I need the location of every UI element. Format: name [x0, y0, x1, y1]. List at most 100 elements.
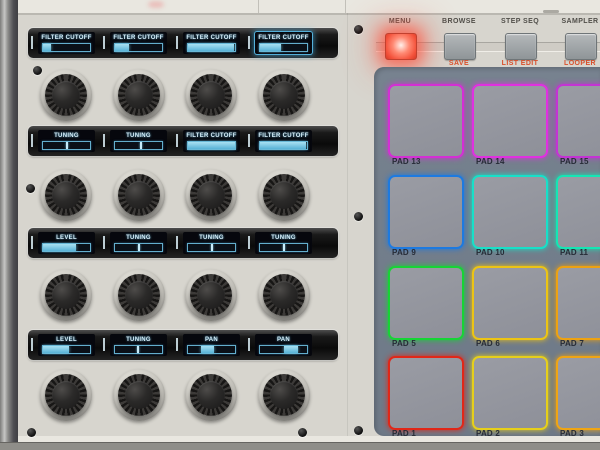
display-param-label: FILTER CUTOFF — [183, 35, 240, 41]
bar-fill — [115, 44, 129, 51]
pad-13[interactable] — [388, 84, 464, 158]
knob-r2c3[interactable] — [185, 169, 237, 221]
pad-14-label: PAD 14 — [476, 157, 505, 166]
knob-r4c1[interactable] — [40, 369, 92, 421]
display-value-bar — [42, 243, 91, 252]
screw — [298, 428, 307, 437]
pad-10[interactable] — [472, 175, 548, 249]
display-param-label: FILTER CUTOFF — [110, 35, 167, 41]
knob-r2c2[interactable] — [113, 169, 165, 221]
pad-2[interactable] — [472, 356, 548, 430]
pad-11[interactable] — [556, 175, 600, 249]
knob-knurl — [45, 74, 87, 116]
knob-knurl — [45, 274, 87, 316]
display-param-label: FILTER CUTOFF — [255, 35, 312, 41]
knob-knurl — [190, 274, 232, 316]
bar-position-tick — [211, 244, 213, 251]
display-value-bar — [187, 141, 236, 150]
screw — [27, 428, 36, 437]
panel-seam — [345, 0, 346, 13]
display-param-label: FILTER CUTOFF — [255, 133, 312, 139]
pad-3[interactable] — [556, 356, 600, 430]
knob-knurl — [263, 274, 305, 316]
knob-cap — [125, 381, 153, 409]
display-tick-mark — [176, 134, 178, 147]
display-param-label: LEVEL — [38, 235, 95, 241]
browse-button[interactable] — [444, 33, 476, 60]
display-r3c2: TUNING — [110, 232, 167, 254]
pad-10-label: PAD 10 — [476, 248, 505, 257]
pad-5[interactable] — [388, 266, 464, 340]
knob-r4c4[interactable] — [258, 369, 310, 421]
pad-1[interactable] — [388, 356, 464, 430]
knob-r3c2[interactable] — [113, 269, 165, 321]
knob-r4c2[interactable] — [113, 369, 165, 421]
display-tick-mark — [176, 36, 178, 49]
knob-r3c4[interactable] — [258, 269, 310, 321]
display-param-label: TUNING — [110, 337, 167, 343]
knob-r3c1[interactable] — [40, 269, 92, 321]
display-value-bar — [187, 243, 236, 252]
display-value-bar — [114, 43, 163, 52]
pad-9[interactable] — [388, 175, 464, 249]
display-param-label: TUNING — [255, 235, 312, 241]
display-strip-row-3: LEVEL TUNING TUNING TUNING — [28, 228, 338, 258]
menu-button[interactable] — [385, 33, 417, 60]
pad-14[interactable] — [472, 84, 548, 158]
display-r1c2: FILTER CUTOFF — [110, 32, 167, 54]
knob-cap — [270, 381, 298, 409]
display-r3c3: TUNING — [183, 232, 240, 254]
display-tick-mark — [176, 236, 178, 249]
knob-knurl — [190, 174, 232, 216]
knob-r2c4[interactable] — [258, 169, 310, 221]
display-r2c3: FILTER CUTOFF — [183, 130, 240, 152]
display-r4c3: PAN — [183, 334, 240, 356]
top-edge-trim — [18, 0, 600, 15]
display-r1c3: FILTER CUTOFF — [183, 32, 240, 54]
knob-cap — [197, 381, 225, 409]
knob-r2c1[interactable] — [40, 169, 92, 221]
knob-r1c1[interactable] — [40, 69, 92, 121]
knob-r1c4[interactable] — [258, 69, 310, 121]
display-r3c1: LEVEL — [38, 232, 95, 254]
pad-13-label: PAD 13 — [392, 157, 421, 166]
knob-r3c3[interactable] — [185, 269, 237, 321]
sampler-button[interactable] — [565, 33, 597, 60]
display-tick-mark — [31, 36, 33, 49]
panel-seam — [258, 0, 259, 13]
display-tick-mark — [248, 36, 250, 49]
bar-fill — [43, 244, 76, 251]
knob-knurl — [118, 274, 160, 316]
display-param-label: TUNING — [110, 235, 167, 241]
pad-9-label: PAD 9 — [392, 248, 416, 257]
display-param-label: TUNING — [38, 133, 95, 139]
pad-6[interactable] — [472, 266, 548, 340]
knob-cap — [125, 281, 153, 309]
display-value-bar — [259, 141, 308, 150]
display-r4c1: LEVEL — [38, 334, 95, 356]
bar-fill — [260, 142, 306, 149]
pad-7[interactable] — [556, 266, 600, 340]
pad-7-label: PAD 7 — [560, 339, 584, 348]
display-tick-mark — [248, 236, 250, 249]
display-value-bar — [187, 345, 236, 354]
knob-r4c3[interactable] — [185, 369, 237, 421]
step-seq-button[interactable] — [505, 33, 537, 60]
display-r1c1: FILTER CUTOFF — [38, 32, 95, 54]
display-r4c2: TUNING — [110, 334, 167, 356]
pad-15[interactable] — [556, 84, 600, 158]
bar-segment — [284, 346, 297, 353]
display-tick-mark — [31, 236, 33, 249]
knob-r1c2[interactable] — [113, 69, 165, 121]
knob-r1c3[interactable] — [185, 69, 237, 121]
display-r2c4: FILTER CUTOFF — [255, 130, 312, 152]
controller-panel: FILTER CUTOFF FILTER CUTOFF FILTER CUTOF… — [0, 0, 600, 450]
display-value-bar — [259, 243, 308, 252]
bar-fill — [188, 142, 235, 149]
pad-6-label: PAD 6 — [476, 339, 500, 348]
display-strip-row-4: LEVEL TUNING PAN PAN — [28, 330, 338, 360]
display-value-bar — [114, 141, 163, 150]
sampler-button-label: SAMPLER — [545, 18, 600, 25]
pad-3-label: PAD 3 — [560, 429, 584, 436]
knob-cap — [52, 281, 80, 309]
